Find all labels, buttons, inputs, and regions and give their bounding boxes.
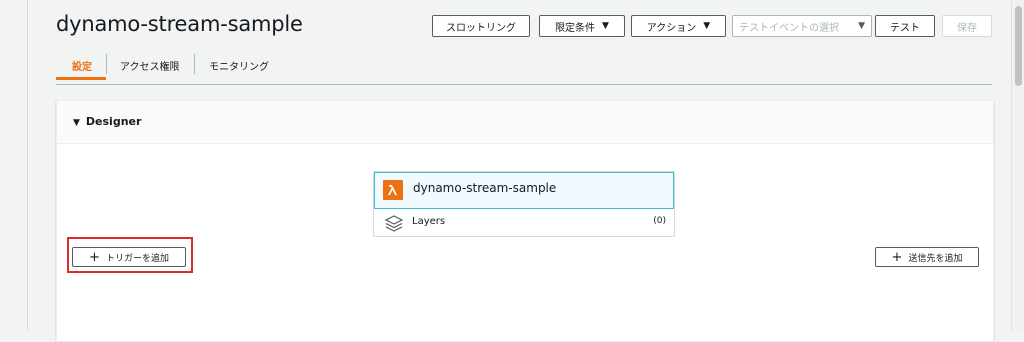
caret-down-icon: ▼ — [703, 21, 711, 31]
test-event-select[interactable]: テストイベントの選択 ▼ — [732, 15, 872, 37]
add-trigger-label: トリガーを追加 — [105, 253, 169, 264]
page-title: dynamo-stream-sample — [56, 12, 303, 36]
layers-icon — [384, 214, 404, 236]
save-label: 保存 — [957, 22, 977, 34]
throttle-label: スロットリング — [446, 22, 516, 34]
function-node[interactable]: dynamo-stream-sample — [374, 172, 674, 209]
designer-header[interactable]: ▼ Designer — [57, 101, 993, 144]
tab-settings[interactable]: 設定 — [72, 58, 92, 73]
caret-down-icon: ▼ — [858, 21, 865, 31]
test-button[interactable]: テスト — [875, 15, 935, 37]
save-button[interactable]: 保存 — [942, 15, 992, 37]
designer-title-text: Designer — [85, 115, 142, 128]
test-event-placeholder: テストイベントの選択 — [739, 22, 839, 34]
tab-divider — [106, 54, 107, 74]
triangle-down-icon: ▼ — [73, 118, 80, 128]
designer-panel: ▼ Designer dynamo-stream-sample Layers (0… — [56, 100, 994, 342]
qualifier-dropdown[interactable]: 限定条件 ▼ — [539, 15, 625, 37]
function-name: dynamo-stream-sample — [413, 181, 557, 195]
plus-icon: + — [891, 249, 903, 265]
left-border — [27, 0, 28, 331]
function-card[interactable]: dynamo-stream-sample Layers (0) — [373, 171, 675, 237]
tab-monitoring[interactable]: モニタリング — [209, 58, 269, 73]
test-label: テスト — [890, 22, 920, 34]
tabs-divider — [56, 84, 992, 85]
qualifier-label: 限定条件 — [555, 22, 596, 34]
scrollbar-thumb[interactable] — [1015, 6, 1022, 86]
layers-row[interactable]: Layers (0) — [374, 210, 674, 236]
add-trigger-button[interactable]: + トリガーを追加 — [72, 247, 186, 267]
designer-title: ▼ Designer — [73, 115, 141, 128]
layers-label: Layers — [412, 216, 446, 227]
tab-permissions[interactable]: アクセス権限 — [120, 58, 180, 73]
lambda-icon — [383, 180, 403, 200]
actions-dropdown[interactable]: アクション ▼ — [631, 15, 726, 37]
layers-count: (0) — [653, 216, 666, 226]
actions-label: アクション — [646, 22, 697, 34]
tab-divider — [194, 54, 195, 74]
plus-icon: + — [89, 249, 100, 265]
add-destination-label: 送信先を追加 — [908, 253, 963, 264]
caret-down-icon: ▼ — [602, 21, 609, 31]
throttle-button[interactable]: スロットリング — [432, 15, 530, 37]
active-tab-indicator — [56, 77, 106, 80]
add-destination-button[interactable]: + 送信先を追加 — [875, 247, 979, 267]
